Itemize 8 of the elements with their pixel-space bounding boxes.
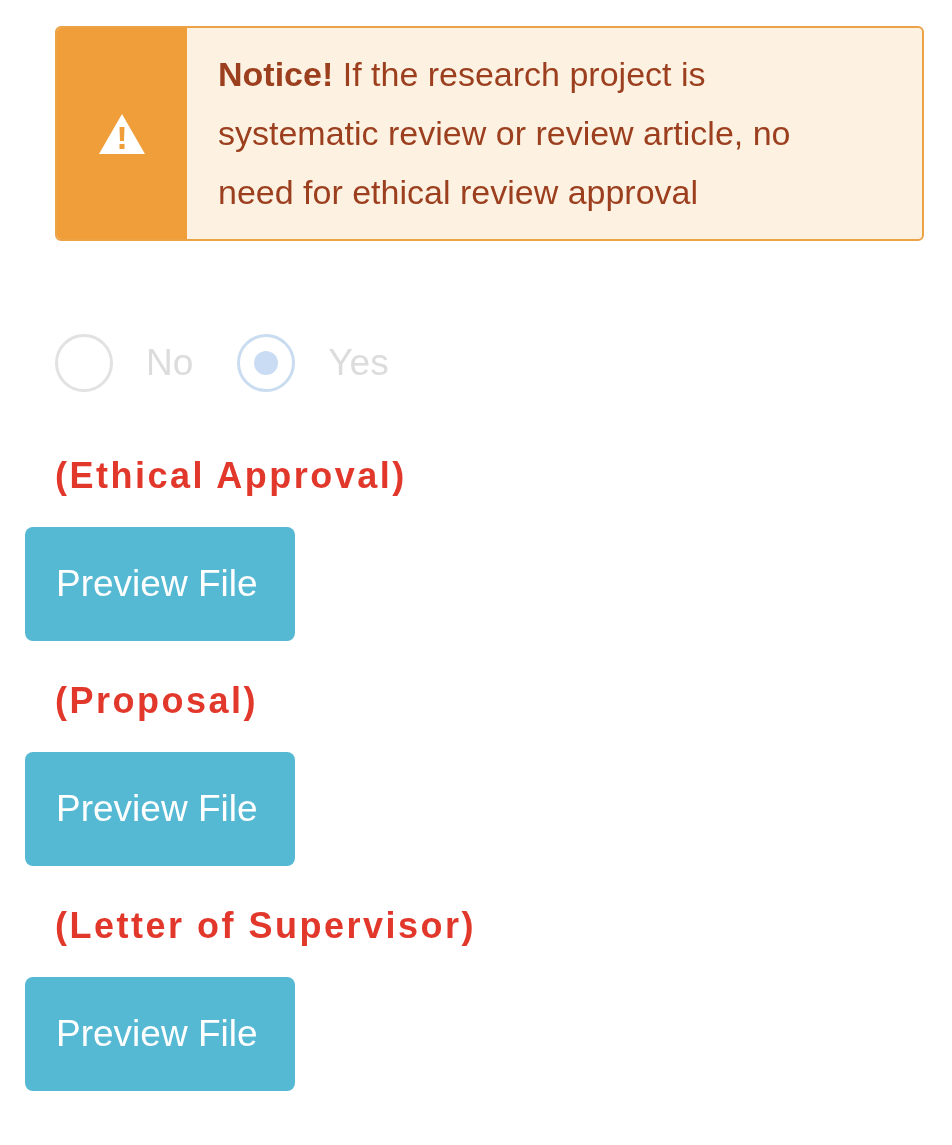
preview-file-button[interactable]: Preview File bbox=[25, 527, 295, 641]
attachment-label: (Ethical Approval) bbox=[55, 454, 407, 498]
notice-text: Notice! If the research project is systematic review or review article, no need for ethical review approval bbox=[217, 54, 792, 213]
attachment-label: (Proposal) bbox=[55, 679, 258, 723]
attachment-label: (Letter of Supervisor) bbox=[55, 904, 477, 948]
preview-file-button[interactable]: Preview File bbox=[25, 977, 295, 1091]
warning-icon bbox=[99, 113, 145, 154]
preview-file-button[interactable]: Preview File bbox=[25, 752, 295, 866]
